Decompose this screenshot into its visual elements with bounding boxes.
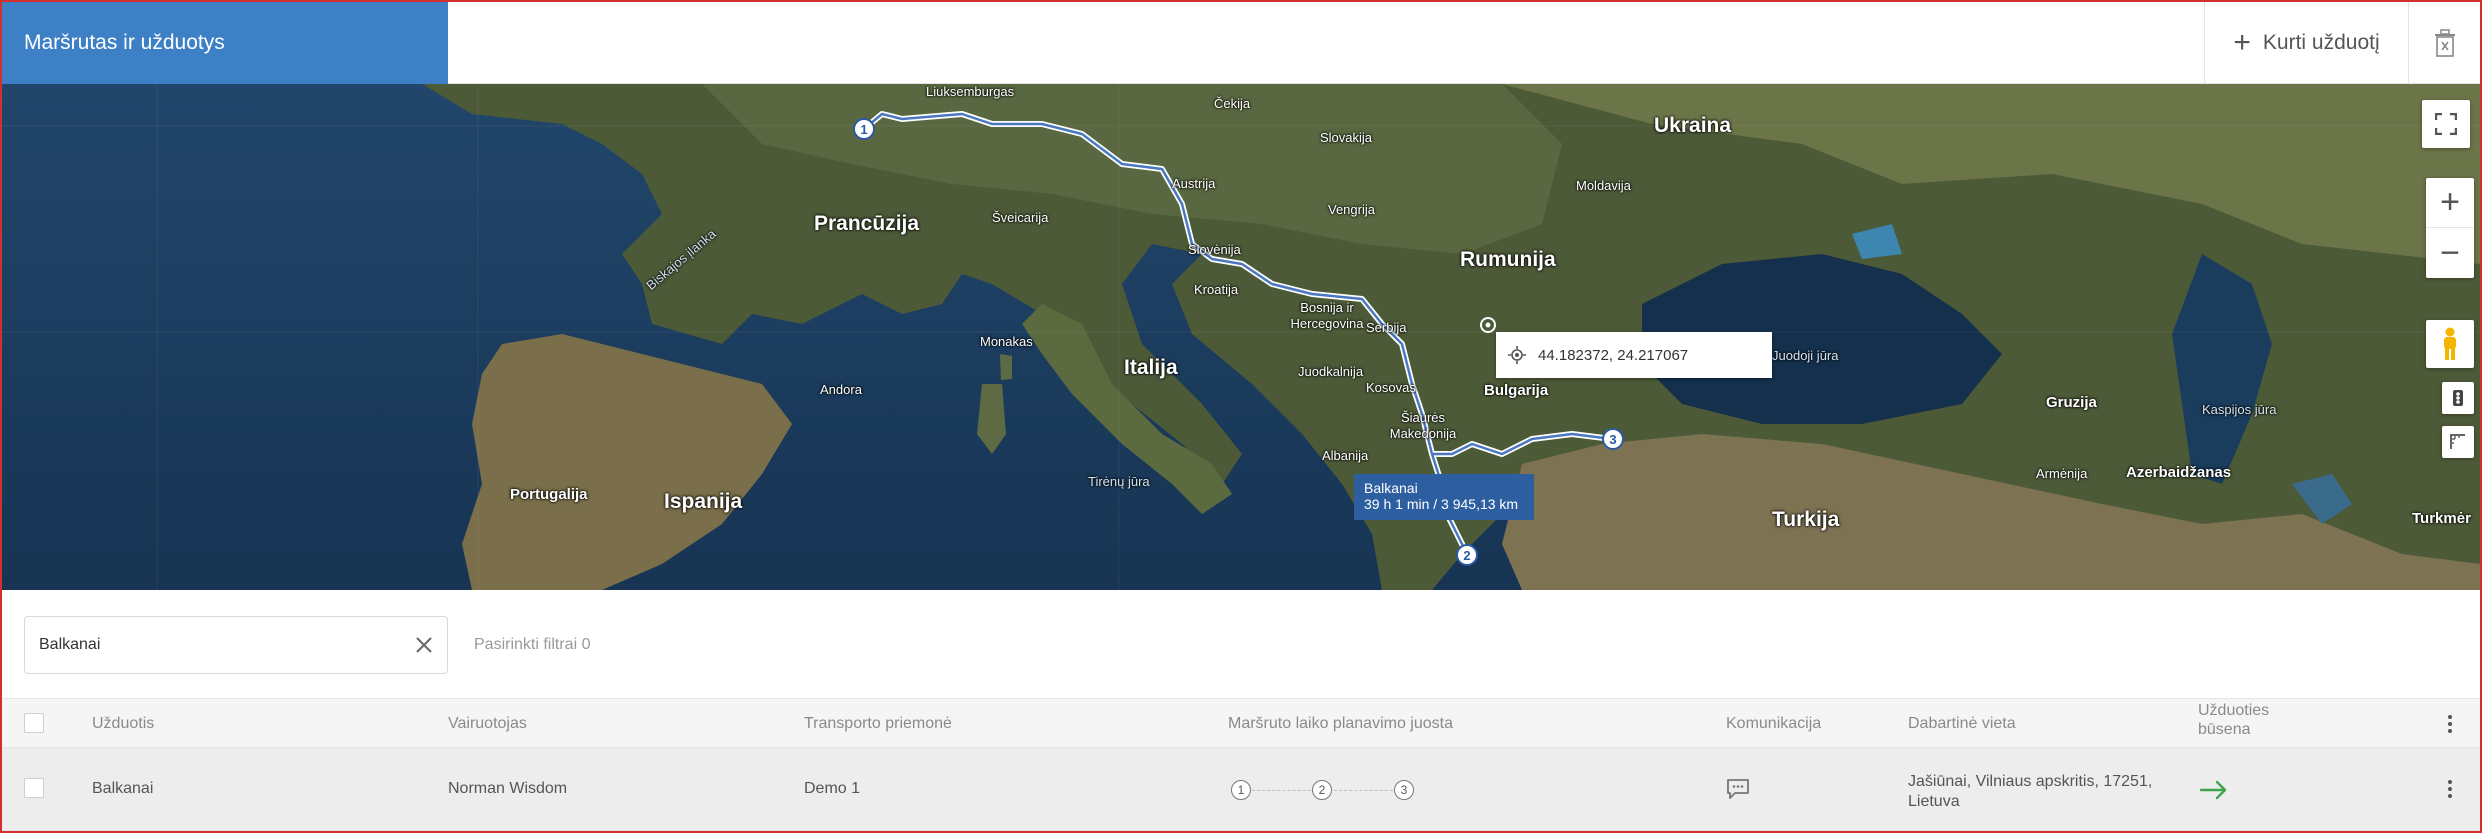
timeline-step-3[interactable]: 3 — [1394, 780, 1414, 800]
chat-icon[interactable] — [1726, 778, 1750, 800]
row-location-line1: Jašiūnai, Vilniaus apskritis, 17251, — [1908, 773, 2153, 790]
row-location: Jašiūnai, Vilniaus apskritis, 17251, Lie… — [1908, 772, 2152, 812]
ruler-button[interactable] — [2442, 426, 2474, 458]
route-map[interactable]: Liuksemburgas Čekija Slovakija Ukraina A… — [2, 84, 2480, 590]
plus-icon: + — [2233, 26, 2251, 59]
map-label-slovenia: Slovėnija — [1188, 242, 1241, 257]
row-checkbox[interactable] — [24, 778, 44, 798]
col-communication[interactable]: Komunikacija — [1726, 715, 1821, 733]
traffic-light-icon — [2453, 390, 2463, 406]
route-marker-1[interactable]: 1 — [853, 118, 875, 140]
top-bar: Maršrutas ir užduotys + Kurti užduotį — [2, 2, 2480, 84]
map-label-croatia: Kroatija — [1194, 282, 1239, 297]
map-label-spain: Ispanija — [664, 490, 743, 513]
row-vehicle: Demo 1 — [804, 780, 861, 797]
map-label-monaco: Monakas — [980, 334, 1033, 349]
table-row[interactable]: Balkanai Norman Wisdom Demo 1 1 2 3 Jaši… — [2, 748, 2480, 831]
timeline-connector — [1334, 790, 1398, 791]
map-label-turkey: Turkija — [1772, 508, 1840, 531]
route-tooltip: Balkanai 39 h 1 min / 3 945,13 km — [1354, 474, 1534, 520]
col-status-line2: būsena — [2198, 721, 2251, 738]
map-label-austria: Austrija — [1172, 176, 1216, 191]
map-label-czech: Čekija — [1214, 96, 1251, 111]
map-label-andorra: Andora — [820, 382, 862, 397]
create-task-button[interactable]: + Kurti užduotį — [2204, 2, 2408, 84]
map-label-caspian: Kaspijos jūra — [2202, 402, 2277, 417]
row-driver: Norman Wisdom — [448, 780, 568, 797]
col-status-line1: Užduoties — [2198, 702, 2270, 719]
map-label-switzerland: Šveicarija — [992, 210, 1049, 225]
arrow-right-icon[interactable] — [2200, 780, 2228, 800]
map-label-montenegro: Juodkalnija — [1298, 364, 1364, 379]
map-label-georgia: Gruzija — [2046, 394, 2097, 411]
street-view-button[interactable] — [2426, 320, 2474, 368]
map-label-hungary: Vengrija — [1328, 202, 1375, 217]
zoom-in-button[interactable]: + — [2426, 178, 2474, 228]
zoom-control: + − — [2426, 178, 2474, 278]
map-label-romania: Rumunija — [1460, 248, 1556, 271]
columns-menu-icon[interactable] — [2440, 709, 2460, 739]
map-label-turkmenistan: Turkmėr — [2412, 510, 2471, 527]
map-label-black-sea: Juodoji jūra — [1772, 348, 1839, 363]
pegman-icon — [2444, 327, 2456, 360]
clear-icon[interactable] — [415, 636, 433, 654]
route-tooltip-name: Balkanai — [1364, 480, 1418, 496]
selected-filters-count[interactable]: Pasirinkti filtrai 0 — [474, 636, 590, 654]
delete-button[interactable] — [2408, 2, 2480, 84]
route-tooltip-summary: 39 h 1 min / 3 945,13 km — [1364, 496, 1519, 512]
map-label-luxembourg: Liuksemburgas — [926, 84, 1015, 99]
map-label-portugal: Portugalija — [510, 486, 588, 503]
traffic-layer-button[interactable] — [2442, 382, 2474, 414]
ruler-icon — [2450, 434, 2465, 449]
col-location[interactable]: Dabartinė vieta — [1908, 715, 2016, 733]
zoom-out-button[interactable]: − — [2426, 228, 2474, 278]
timeline-step-2[interactable]: 2 — [1312, 780, 1332, 800]
coordinates-text: 44.182372, 24.217067 — [1538, 346, 1689, 364]
map-label-bulgaria: Bulgarija — [1484, 382, 1549, 399]
page-title: Maršrutas ir užduotys — [2, 2, 448, 84]
map-label-armenia: Armėnija — [2036, 466, 2088, 481]
create-task-label: Kurti užduotį — [2262, 31, 2380, 54]
map-label-slovakia: Slovakija — [1320, 130, 1373, 145]
fullscreen-button[interactable] — [2422, 100, 2470, 148]
row-task[interactable]: Balkanai — [92, 780, 153, 798]
map-label-serbia: Serbija — [1366, 320, 1407, 335]
coordinates-popup: 44.182372, 24.217067 — [1496, 332, 1772, 378]
map-label-tyrrhenian: Tirėnų jūra — [1088, 474, 1150, 489]
trash-icon — [2434, 29, 2455, 57]
map-label-ukraine: Ukraina — [1654, 114, 1732, 137]
search-field[interactable] — [24, 616, 448, 674]
fullscreen-icon — [2435, 113, 2457, 135]
crosshair-icon — [1508, 346, 1526, 364]
col-vehicle[interactable]: Transporto priemonė — [804, 715, 952, 733]
map-label-albania: Albanija — [1322, 448, 1369, 463]
table-header: Užduotis Vairuotojas Transporto priemonė… — [2, 698, 2480, 748]
col-task[interactable]: Užduotis — [92, 715, 154, 733]
map-label-italy: Italija — [1124, 356, 1178, 379]
col-status[interactable]: Užduoties būsena — [2198, 701, 2269, 739]
route-marker-3[interactable]: 3 — [1602, 428, 1624, 450]
timeline-connector — [1252, 790, 1316, 791]
map-label-kosovo: Kosovas — [1366, 380, 1416, 395]
row-location-line2: Lietuva — [1908, 793, 1960, 810]
map-label-azerbaijan: Azerbaidžanas — [2126, 464, 2232, 481]
map-label-north-macedonia: Šiaurės Makedonija — [1389, 410, 1457, 441]
timeline-step-1[interactable]: 1 — [1231, 780, 1251, 800]
select-all-checkbox[interactable] — [24, 713, 44, 733]
row-menu-icon[interactable] — [2440, 774, 2460, 804]
map-label-france: Prancūzija — [814, 212, 920, 235]
route-marker-2[interactable]: 2 — [1456, 544, 1478, 566]
map-label-moldova: Moldavija — [1576, 178, 1631, 193]
search-input[interactable] — [39, 636, 415, 654]
col-timeline[interactable]: Maršruto laiko planavimo juosta — [1228, 715, 1453, 733]
map-terrain — [2, 84, 2480, 590]
col-driver[interactable]: Vairuotojas — [448, 715, 527, 733]
